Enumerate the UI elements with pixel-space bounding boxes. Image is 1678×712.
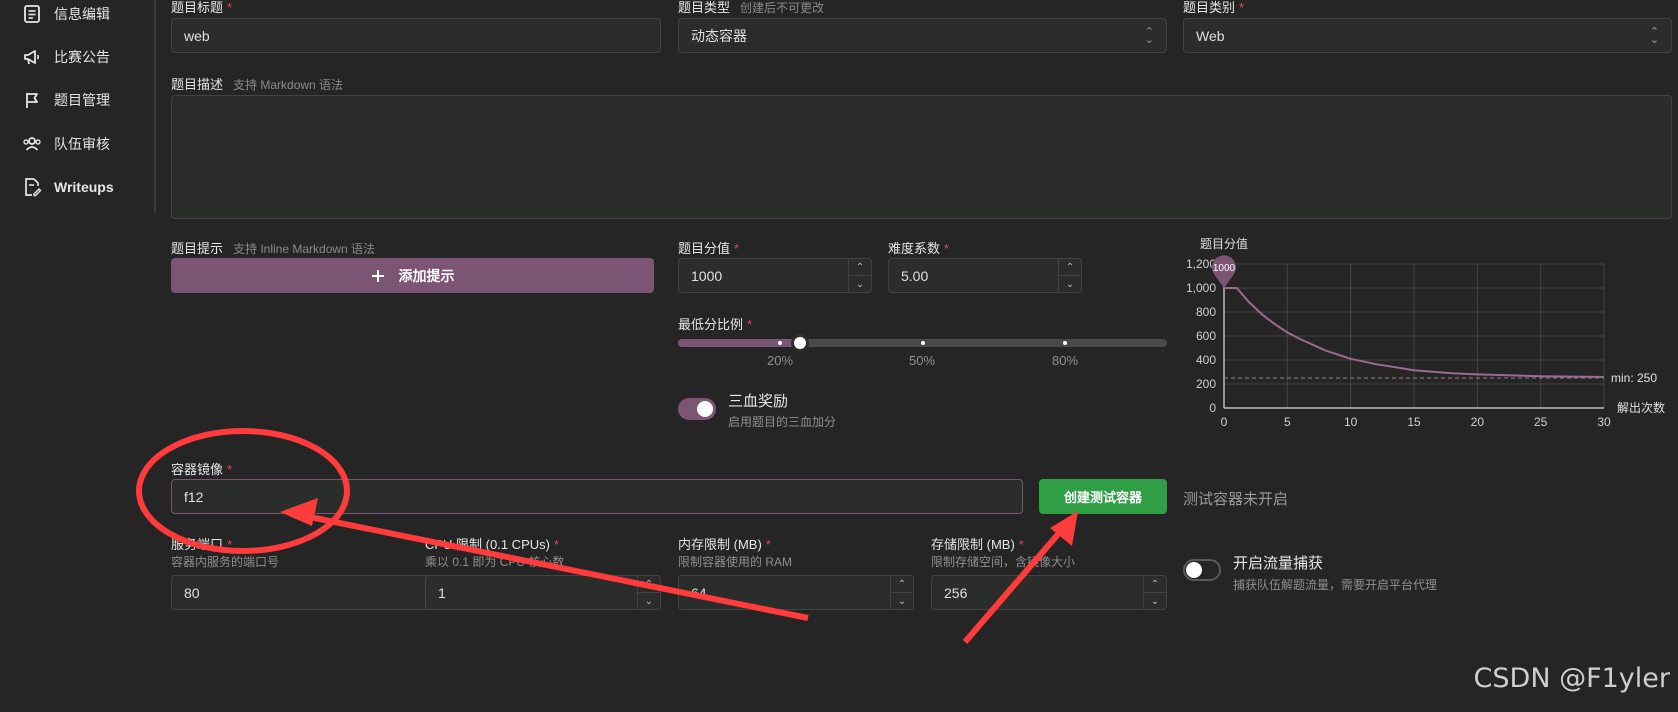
annotation-circle [136, 428, 350, 554]
watermark: CSDN @F1yler [1473, 663, 1670, 694]
annotation-overlay [136, 428, 1078, 644]
arrow-head-icon [280, 498, 318, 526]
annotation-arrow-left [299, 512, 809, 621]
annotation-arrow-right [962, 523, 1069, 644]
